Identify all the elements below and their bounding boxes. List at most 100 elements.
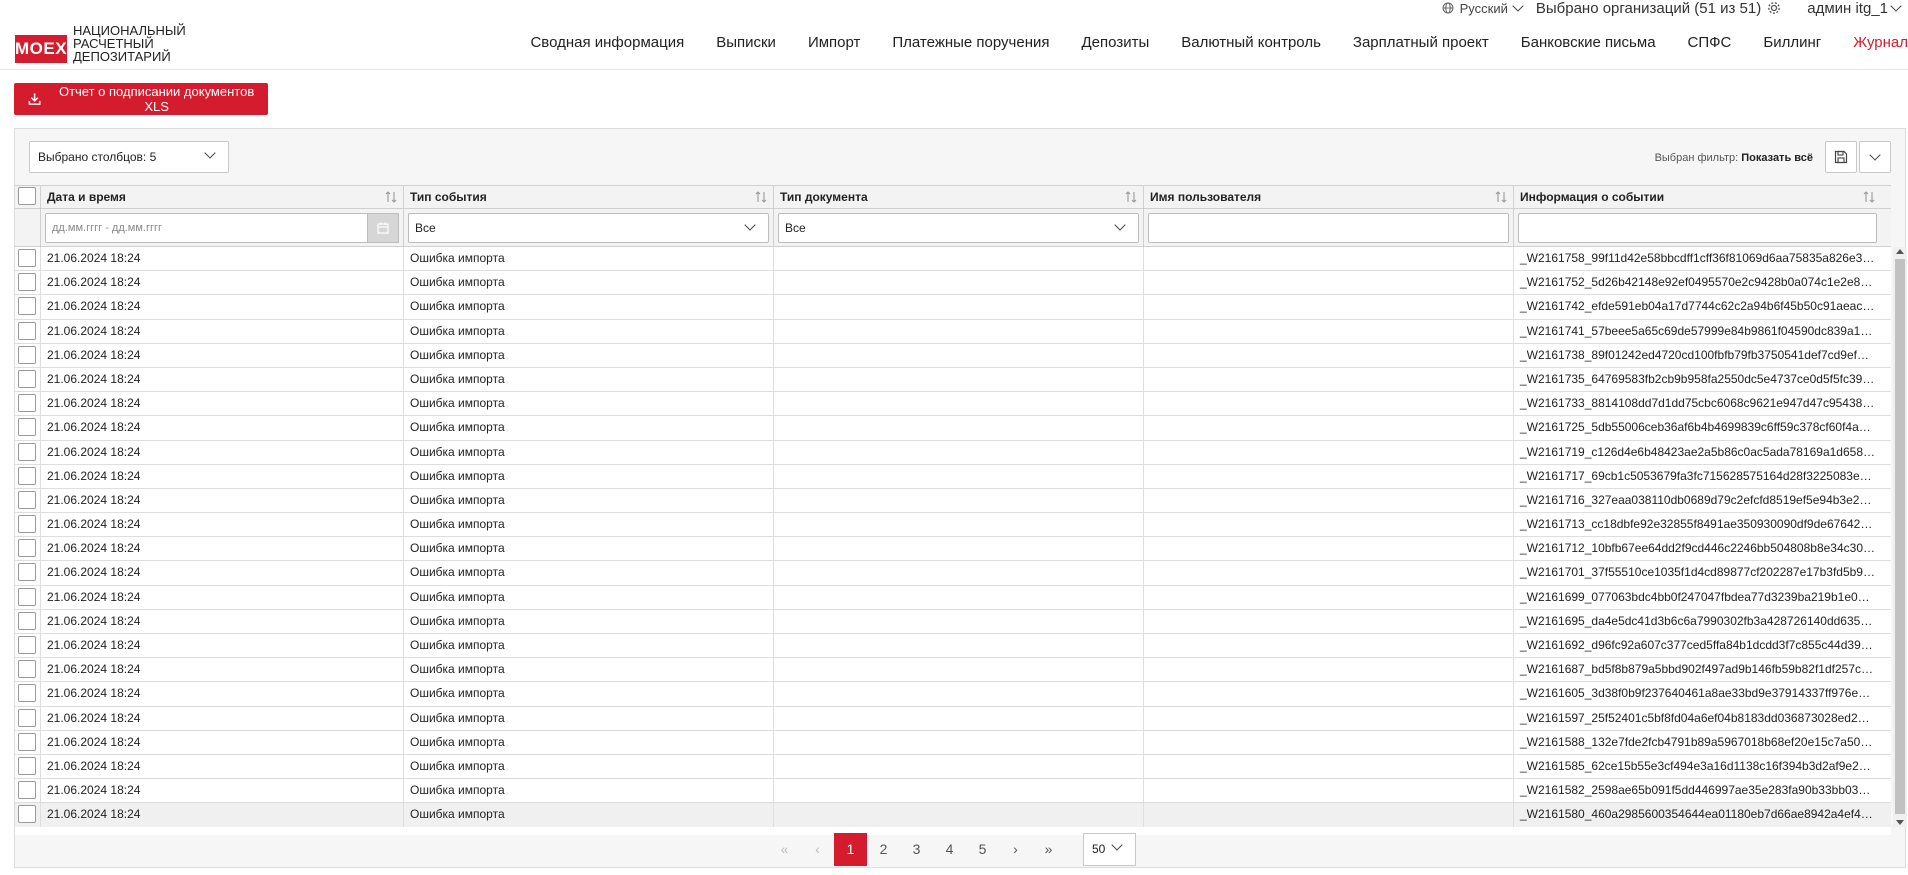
language-selector[interactable]: Русский [1442, 0, 1524, 16]
row-checkbox[interactable] [18, 636, 36, 654]
table-row[interactable]: 21.06.2024 18:24 Ошибка импорта _W2161713_… [15, 513, 1891, 538]
table-row[interactable]: 21.06.2024 18:24 Ошибка импорта _W2161582_… [15, 779, 1891, 804]
last-page-button[interactable]: » [1032, 833, 1065, 866]
row-checkbox[interactable] [18, 756, 36, 775]
row-checkbox[interactable] [18, 805, 36, 824]
scroll-thumb[interactable] [1895, 259, 1905, 814]
sort-icon[interactable] [1863, 190, 1875, 204]
page-2-button[interactable]: 2 [867, 833, 900, 866]
row-checkbox[interactable] [18, 490, 36, 509]
table-row[interactable]: 21.06.2024 18:24 Ошибка импорта _W2161701_… [15, 561, 1891, 586]
gear-icon[interactable] [1767, 1, 1781, 15]
table-row[interactable]: 21.06.2024 18:24 Ошибка импорта _W2161605_… [15, 682, 1891, 707]
column-header-user[interactable]: Имя пользователя [1144, 186, 1514, 208]
row-checkbox[interactable] [18, 587, 36, 606]
first-page-button[interactable]: « [768, 833, 801, 866]
table-row[interactable]: 21.06.2024 18:24 Ошибка импорта _W2161687_… [15, 658, 1891, 683]
table-row[interactable]: 21.06.2024 18:24 Ошибка импорта _W2161580_… [15, 803, 1891, 827]
nav-payment-orders[interactable]: Платежные поручения [892, 34, 1049, 51]
row-checkbox[interactable] [18, 249, 36, 267]
column-header-doc-type[interactable]: Тип документа [774, 186, 1144, 208]
table-row[interactable]: 21.06.2024 18:24 Ошибка импорта _W2161597_… [15, 706, 1891, 731]
table-row[interactable]: 21.06.2024 18:24 Ошибка импорта _W2161719_… [15, 440, 1891, 465]
event-type-filter[interactable]: Все [408, 213, 769, 243]
row-checkbox[interactable] [18, 563, 36, 582]
table-row[interactable]: 21.06.2024 18:24 Ошибка импорта _W2161717_… [15, 464, 1891, 489]
org-selector[interactable]: Выбрано организаций (51 из 51) [1536, 0, 1781, 17]
row-checkbox[interactable] [18, 708, 36, 727]
table-row[interactable]: 21.06.2024 18:24 Ошибка импорта _W2161699_… [15, 585, 1891, 610]
row-checkbox[interactable] [18, 297, 36, 316]
user-filter-input[interactable] [1148, 213, 1509, 243]
columns-select[interactable]: Выбрано столбцов: 5 [29, 141, 229, 173]
doc-type-filter[interactable]: Все [778, 213, 1139, 243]
nav-billing[interactable]: Биллинг [1763, 34, 1821, 51]
nav-bank-letters[interactable]: Банковские письма [1521, 34, 1656, 51]
row-checkbox[interactable] [18, 369, 36, 388]
table-row[interactable]: 21.06.2024 18:24 Ошибка импорта _W2161692_… [15, 634, 1891, 659]
nav-deposits[interactable]: Депозиты [1082, 34, 1150, 51]
column-header-event-type[interactable]: Тип события [404, 186, 774, 208]
nav-currency-control[interactable]: Валютный контроль [1181, 34, 1321, 51]
row-checkbox[interactable] [18, 418, 36, 437]
table-row[interactable]: 21.06.2024 18:24 Ошибка импорта _W2161735_… [15, 367, 1891, 393]
table-row[interactable]: 21.06.2024 18:24 Ошибка импорта _W2161738_… [15, 343, 1891, 368]
row-checkbox[interactable] [18, 539, 36, 558]
row-checkbox[interactable] [18, 273, 36, 292]
row-checkbox[interactable] [18, 442, 36, 461]
page-1-button[interactable]: 1 [834, 832, 867, 866]
table-row[interactable]: 21.06.2024 18:24 Ошибка импорта _W2161741_… [15, 319, 1891, 344]
table-row[interactable]: 21.06.2024 18:24 Ошибка импорта _W2161716_… [15, 488, 1891, 514]
scroll-down-arrow[interactable] [1896, 820, 1904, 825]
grid-scrollbar[interactable] [1893, 247, 1907, 827]
page-5-button[interactable]: 5 [966, 833, 999, 866]
sort-icon[interactable] [755, 190, 767, 204]
sort-icon[interactable] [1125, 190, 1137, 204]
page-size-select[interactable]: 50 [1083, 832, 1136, 866]
table-row[interactable]: 21.06.2024 18:24 Ошибка импорта _W2161758_… [15, 247, 1891, 272]
user-menu[interactable]: админ itg_1 [1807, 0, 1902, 17]
table-row[interactable]: 21.06.2024 18:24 Ошибка импорта _W2161725_… [15, 416, 1891, 441]
date-range-input[interactable]: дд.мм.гггг - дд.мм.гггг [45, 213, 399, 243]
nav-summary[interactable]: Сводная информация [530, 34, 684, 51]
table-row[interactable]: 21.06.2024 18:24 Ошибка импорта _W2161712_… [15, 537, 1891, 562]
column-header-date[interactable]: Дата и время [41, 186, 404, 208]
filter-dropdown-button[interactable] [1859, 141, 1891, 173]
logo[interactable]: MOEX НАЦИОНАЛЬНЫЙ РАСЧЕТНЫЙ ДЕПОЗИТАРИЙ [15, 24, 186, 63]
row-checkbox[interactable] [18, 660, 36, 679]
row-checkbox[interactable] [18, 781, 36, 800]
table-row[interactable]: 21.06.2024 18:24 Ошибка импорта _W2161742_… [15, 295, 1891, 320]
next-page-button[interactable]: › [999, 833, 1032, 866]
calendar-button[interactable] [367, 213, 399, 243]
row-checkbox[interactable] [18, 611, 36, 630]
table-row[interactable]: 21.06.2024 18:24 Ошибка импорта _W2161588_… [15, 730, 1891, 755]
sort-icon[interactable] [1495, 190, 1507, 204]
scroll-up-arrow[interactable] [1896, 249, 1904, 254]
select-all-checkbox[interactable] [18, 187, 36, 205]
sort-icon[interactable] [385, 190, 397, 204]
nav-import[interactable]: Импорт [808, 34, 860, 51]
prev-page-button[interactable]: ‹ [801, 833, 834, 866]
report-xls-button[interactable]: Отчет о подписании документов XLS [14, 83, 268, 115]
cell-doc-type [774, 295, 1144, 319]
row-checkbox[interactable] [18, 732, 36, 751]
row-checkbox[interactable] [18, 345, 36, 364]
table-row[interactable]: 21.06.2024 18:24 Ошибка импорта _W2161695_… [15, 609, 1891, 634]
info-filter-input[interactable] [1518, 213, 1877, 243]
table-row[interactable]: 21.06.2024 18:24 Ошибка импорта _W2161585_… [15, 754, 1891, 780]
row-checkbox[interactable] [18, 684, 36, 703]
table-row[interactable]: 21.06.2024 18:24 Ошибка импорта _W2161733_… [15, 392, 1891, 417]
row-checkbox[interactable] [18, 515, 36, 534]
row-checkbox[interactable] [18, 466, 36, 485]
row-checkbox[interactable] [18, 394, 36, 413]
nav-journal[interactable]: Журнал [1853, 34, 1908, 51]
column-header-info[interactable]: Информация о событии [1514, 186, 1881, 208]
nav-salary-project[interactable]: Зарплатный проект [1353, 34, 1489, 51]
page-3-button[interactable]: 3 [900, 833, 933, 866]
nav-spfs[interactable]: СПФС [1688, 34, 1732, 51]
row-checkbox[interactable] [18, 321, 36, 340]
page-4-button[interactable]: 4 [933, 833, 966, 866]
table-row[interactable]: 21.06.2024 18:24 Ошибка импорта _W2161752_… [15, 271, 1891, 296]
nav-statements[interactable]: Выписки [716, 34, 776, 51]
save-filter-button[interactable] [1825, 141, 1857, 173]
